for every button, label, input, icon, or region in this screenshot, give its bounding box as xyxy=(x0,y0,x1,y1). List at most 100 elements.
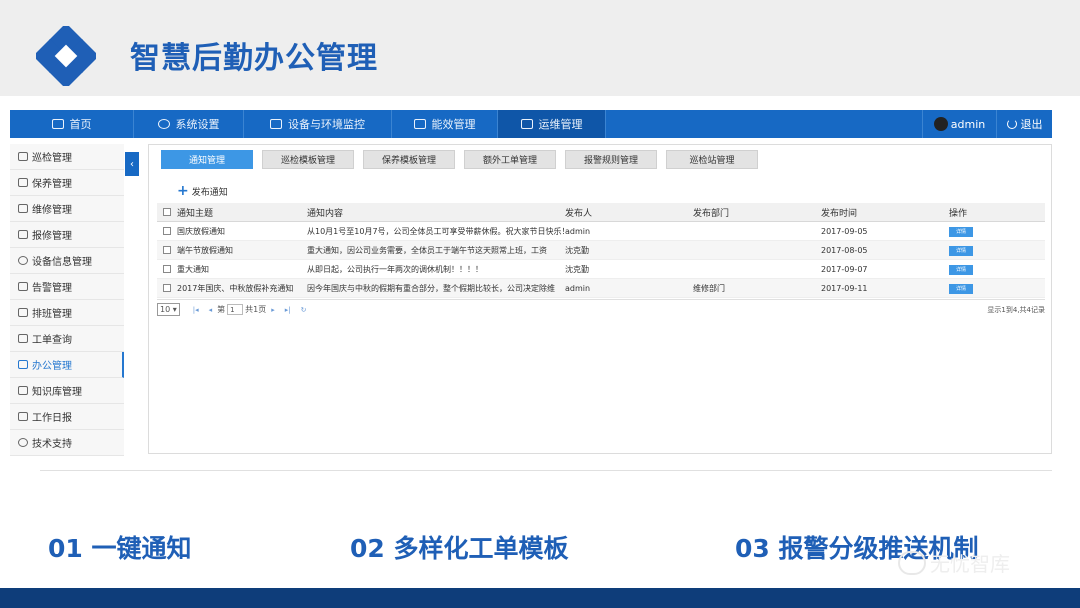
column-header[interactable]: 发布人 xyxy=(565,206,693,219)
nav-label: 系统设置 xyxy=(175,118,220,131)
column-header[interactable]: 通知内容 xyxy=(307,206,565,219)
page-number-value: 1 xyxy=(230,306,235,314)
detail-button[interactable]: 详情 xyxy=(949,245,973,256)
cell-title: 国庆放假通知 xyxy=(177,226,225,236)
power-icon xyxy=(1006,119,1017,129)
page-label: 第 xyxy=(217,305,226,314)
tools-icon xyxy=(520,119,533,129)
sidebar-item-repair-request[interactable]: 报修管理 xyxy=(10,222,124,248)
tab-alarm-rules[interactable]: 报警规则管理 xyxy=(565,150,657,169)
publish-label: 发布通知 xyxy=(191,187,228,198)
eye-icon xyxy=(18,152,28,161)
main-content: 通知管理 巡检模板管理 保养模板管理 额外工单管理 报警规则管理 巡检站管理 +… xyxy=(148,144,1052,454)
sidebar-item-alarm[interactable]: 告警管理 xyxy=(10,274,124,300)
sidebar-collapse-button[interactable]: ‹ xyxy=(125,152,139,176)
heart-icon xyxy=(18,438,28,447)
next-page-icon[interactable]: ▸ xyxy=(271,306,275,314)
logout-button[interactable]: 退出 xyxy=(996,110,1052,138)
plus-icon: + xyxy=(177,183,189,199)
sidebar-item-daily-report[interactable]: 工作日报 xyxy=(10,404,124,430)
sidebar-item-label: 知识库管理 xyxy=(32,387,82,398)
sidebar-item-label: 巡检管理 xyxy=(32,153,72,164)
sidebar-item-office[interactable]: 办公管理 xyxy=(10,352,124,378)
slide-title: 智慧后勤办公管理 xyxy=(130,41,378,76)
tab-inspection-station[interactable]: 巡检站管理 xyxy=(666,150,758,169)
watermark-text: 无忧智库 xyxy=(930,552,1010,576)
logout-label: 退出 xyxy=(1020,118,1043,131)
info-icon xyxy=(18,256,28,265)
detail-button[interactable]: 详情 xyxy=(949,283,973,294)
row-checkbox[interactable] xyxy=(163,284,171,292)
page-size-select[interactable]: 10 ▾ xyxy=(157,303,180,316)
cell-content: 重大通知，因公司业务需要，全体员工于端午节这天照常上班，工资 xyxy=(307,245,547,255)
select-all-checkbox[interactable] xyxy=(163,208,171,216)
tab-bar: 通知管理 巡检模板管理 保养模板管理 额外工单管理 报警规则管理 巡检站管理 xyxy=(161,150,767,169)
detail-button[interactable]: 详情 xyxy=(949,264,973,275)
sidebar-item-work-order[interactable]: 工单查询 xyxy=(10,326,124,352)
sidebar-item-inspection[interactable]: 巡检管理 xyxy=(10,144,124,170)
cell-title: 重大通知 xyxy=(177,264,209,274)
row-checkbox[interactable] xyxy=(163,265,171,273)
prev-page-icon[interactable]: ◂ xyxy=(209,306,213,314)
search-document-icon xyxy=(18,334,28,343)
cell-title: 端午节放假通知 xyxy=(177,245,233,255)
sidebar-item-label: 办公管理 xyxy=(32,361,72,372)
column-header[interactable]: 发布时间 xyxy=(821,206,949,219)
nav-home[interactable]: 首页 xyxy=(10,110,134,138)
table-header-row: 通知主题 通知内容 发布人 发布部门 发布时间 操作 xyxy=(157,203,1045,222)
first-page-icon[interactable]: |◂ xyxy=(193,306,199,314)
cell-publisher: admin xyxy=(565,226,591,236)
nav-label: 首页 xyxy=(69,118,92,131)
watermark: 无忧智库 xyxy=(898,548,1010,577)
detail-button[interactable]: 详情 xyxy=(949,226,973,237)
tab-notice-management[interactable]: 通知管理 xyxy=(161,150,253,169)
tab-extra-work-order[interactable]: 额外工单管理 xyxy=(464,150,556,169)
calendar-icon xyxy=(18,308,28,317)
cell-publisher: 沈克勤 xyxy=(565,245,589,255)
warning-icon xyxy=(18,282,28,291)
column-header[interactable]: 发布部门 xyxy=(693,206,821,219)
refresh-icon[interactable]: ↻ xyxy=(301,306,307,314)
sidebar-item-repair[interactable]: 维修管理 xyxy=(10,196,124,222)
user-menu[interactable]: admin xyxy=(922,110,996,138)
nav-label: 能效管理 xyxy=(431,118,476,131)
sidebar-item-schedule[interactable]: 排班管理 xyxy=(10,300,124,326)
last-page-icon[interactable]: ▸| xyxy=(285,306,291,314)
publish-notice-button[interactable]: + 发布通知 xyxy=(177,183,228,199)
building-icon xyxy=(18,360,28,369)
tab-inspection-template[interactable]: 巡检模板管理 xyxy=(262,150,354,169)
nav-energy-management[interactable]: 能效管理 xyxy=(392,110,498,138)
page-number-input[interactable]: 1 xyxy=(227,304,244,315)
sidebar-item-label: 排班管理 xyxy=(32,309,72,320)
sidebar-item-device-info[interactable]: 设备信息管理 xyxy=(10,248,124,274)
sidebar-item-label: 维修管理 xyxy=(32,205,72,216)
monitor-icon xyxy=(270,119,282,129)
sidebar-item-knowledge-base[interactable]: 知识库管理 xyxy=(10,378,124,404)
row-checkbox[interactable] xyxy=(163,246,171,254)
cell-title: 2017年国庆、中秋放假补充通知 xyxy=(177,283,294,293)
feature-one-click-notice: 01 一键通知 xyxy=(48,534,192,563)
column-header[interactable]: 通知主题 xyxy=(177,206,307,219)
column-header: 操作 xyxy=(949,208,968,219)
sidebar-item-label: 报修管理 xyxy=(32,231,72,242)
total-pages: 共1页 xyxy=(245,305,267,314)
car-icon xyxy=(18,178,28,187)
avatar-icon xyxy=(933,117,948,131)
nav-system-settings[interactable]: 系统设置 xyxy=(134,110,244,138)
cell-time: 2017-09-05 xyxy=(821,226,868,236)
username: admin xyxy=(950,117,986,131)
sidebar-item-tech-support[interactable]: 技术支持 xyxy=(10,430,124,456)
sidebar-item-maintenance[interactable]: 保养管理 xyxy=(10,170,124,196)
nav-operations-management[interactable]: 运维管理 xyxy=(498,110,606,138)
document-icon xyxy=(413,119,426,129)
nav-device-monitoring[interactable]: 设备与环境监控 xyxy=(244,110,392,138)
sidebar-item-label: 设备信息管理 xyxy=(32,257,92,268)
page-size-value: 10 xyxy=(160,305,171,314)
tab-maintenance-template[interactable]: 保养模板管理 xyxy=(363,150,455,169)
nav-label: 运维管理 xyxy=(538,118,583,131)
row-checkbox[interactable] xyxy=(163,227,171,235)
sidebar-item-label: 告警管理 xyxy=(32,283,72,294)
top-navigation: 首页 系统设置 设备与环境监控 能效管理 运维管理 admin 退出 xyxy=(10,110,1052,138)
home-icon xyxy=(51,119,64,129)
